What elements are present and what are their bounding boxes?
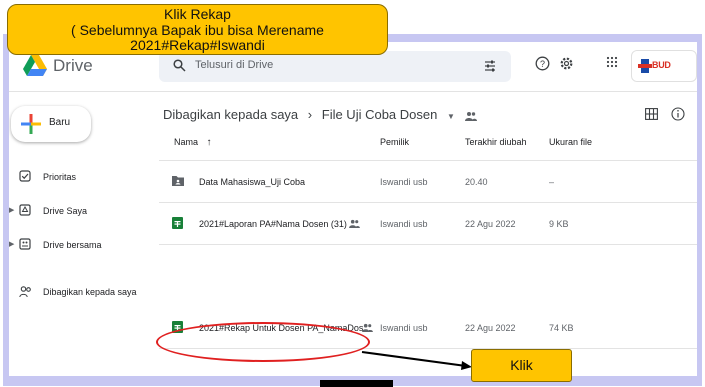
klik-callout: Klik (471, 349, 572, 382)
pointer-arrow-icon (361, 351, 472, 370)
